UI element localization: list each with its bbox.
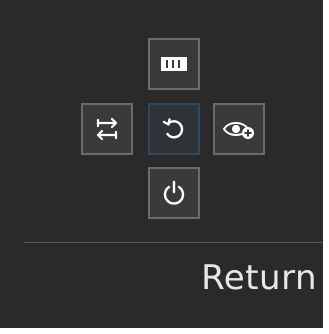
picture-settings-button[interactable] xyxy=(148,38,200,90)
return-icon xyxy=(161,116,187,142)
grid-icon xyxy=(160,54,188,74)
selected-option-label: Return xyxy=(201,258,317,298)
osd-menu-panel: Return xyxy=(0,0,329,334)
eye-plus-icon xyxy=(222,118,256,140)
power-icon xyxy=(161,179,187,207)
return-button[interactable] xyxy=(148,103,200,155)
divider xyxy=(24,242,323,243)
source-switch-button[interactable] xyxy=(81,103,133,155)
eye-saver-button[interactable] xyxy=(213,103,265,155)
power-button[interactable] xyxy=(148,167,200,219)
swap-arrows-icon xyxy=(92,116,122,142)
